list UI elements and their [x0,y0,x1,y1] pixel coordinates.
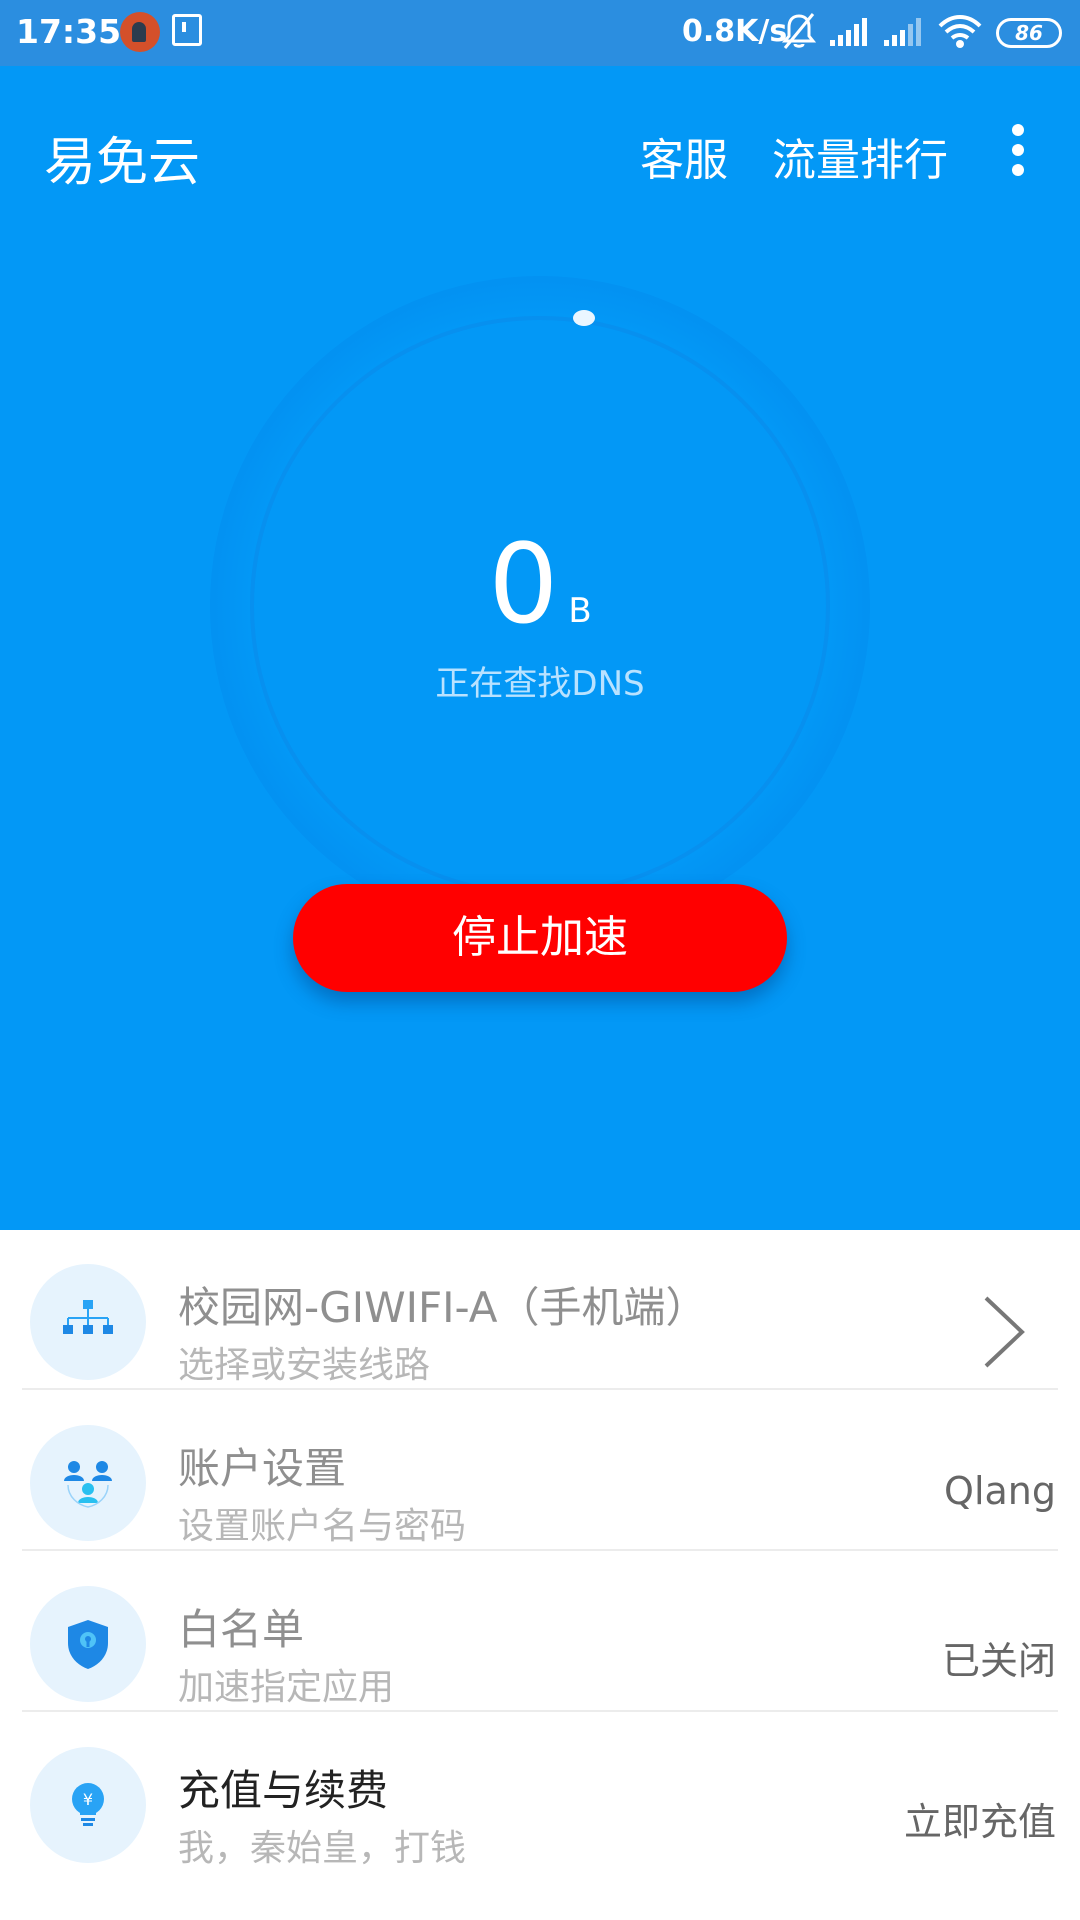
notification-box-icon [172,14,202,46]
traffic-meter: 0B [0,524,1080,644]
customer-service-button[interactable]: 客服 [640,124,728,188]
signal-icon [884,18,921,46]
traffic-ranking-button[interactable]: 流量排行 [772,124,948,188]
whitelist-status: 已关闭 [941,1639,1056,1683]
whitelist-item[interactable]: 白名单 加速指定应用 已关闭 [0,1552,1080,1712]
traffic-unit: B [568,591,592,631]
status-bar: 17:35 0.8K/s 86 [0,0,1080,66]
svg-text:¥: ¥ [83,1790,93,1809]
status-time: 17:35 [16,12,122,51]
divider [22,1388,1058,1390]
account-name-value: Qlang [944,1469,1056,1513]
bulb-yen-icon: ¥ [30,1747,146,1863]
whitelist-title: 白名单 [178,1605,305,1654]
users-icon [30,1425,146,1541]
chevron-right-icon [984,1296,1025,1368]
divider [22,1549,1058,1551]
account-settings-subtitle: 设置账户名与密码 [178,1506,467,1547]
route-item[interactable]: 校园网-GIWIFI-A（手机端） 选择或安装线路 [0,1230,1080,1390]
whitelist-subtitle: 加速指定应用 [178,1667,395,1708]
app-notification-icon [120,12,160,52]
wifi-icon [938,15,982,48]
accelerator-panel: 易免云 客服 流量排行 0B 正在查找DNS 停止加速 [0,66,1080,1230]
mute-icon [782,13,816,49]
route-title: 校园网-GIWIFI-A（手机端） [178,1283,708,1332]
network-tree-icon [30,1264,146,1380]
recharge-now-link[interactable]: 立即充值 [904,1791,1056,1846]
shield-lock-icon [30,1586,146,1702]
recharge-subtitle: 我，秦始皇，打钱 [178,1828,467,1869]
divider [22,1710,1058,1712]
app-title: 易免云 [44,133,201,193]
traffic-value: 0 [488,520,559,648]
more-vertical-icon[interactable] [1000,122,1036,178]
signal-icon [830,18,867,46]
account-settings-item[interactable]: 账户设置 设置账户名与密码 Qlang [0,1391,1080,1551]
battery-icon: 86 [996,18,1062,48]
recharge-title: 充值与续费 [178,1766,389,1815]
progress-indicator-dot [573,310,595,326]
network-speed: 0.8K/s [682,14,788,49]
connection-status: 正在查找DNS [435,664,645,704]
account-settings-title: 账户设置 [178,1444,347,1493]
stop-acceleration-button[interactable]: 停止加速 [293,884,787,992]
recharge-item[interactable]: ¥ 充值与续费 我，秦始皇，打钱 立即充值 [0,1713,1080,1873]
route-subtitle: 选择或安装线路 [178,1345,431,1386]
